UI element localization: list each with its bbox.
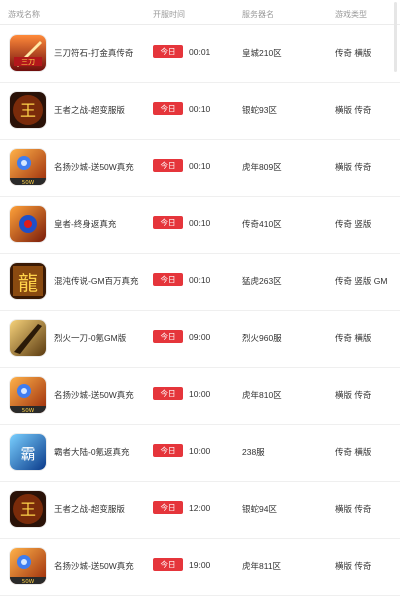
game-icon-mage-orb[interactable] bbox=[10, 206, 46, 242]
game-icon-mage-fire[interactable]: 50W bbox=[10, 377, 46, 413]
game-icon-dragon-gold[interactable]: 龍 bbox=[10, 263, 46, 299]
game-name[interactable]: 名扬沙城-送50W真充 bbox=[54, 389, 134, 401]
game-type: 横版 传奇 bbox=[335, 561, 372, 571]
game-icon-mage-fire[interactable]: 50W bbox=[10, 149, 46, 185]
header-server-name: 服务器名 bbox=[242, 10, 274, 19]
table-row[interactable]: 王 王者之战-超变服版 今日 12:00 银蛇94区 横版 传奇 bbox=[0, 481, 400, 539]
svg-text:50W: 50W bbox=[22, 579, 35, 584]
open-time: 00:10 bbox=[189, 161, 211, 171]
game-type: 传奇 横版 bbox=[335, 333, 372, 343]
table-row[interactable]: 烈火一刀-0氪GM版 今日 09:00 烈火960服 传奇 横版 bbox=[0, 310, 400, 368]
today-badge: 今日 bbox=[153, 558, 183, 571]
game-name[interactable]: 王者之战-超变服版 bbox=[54, 104, 125, 116]
server-name: 银蛇93区 bbox=[242, 105, 277, 115]
svg-text:霸: 霸 bbox=[20, 445, 35, 463]
game-name[interactable]: 皇者-终身返真充 bbox=[54, 218, 116, 230]
table-row[interactable]: 皇者-终身返真充 今日 00:10 传奇410区 传奇 竖版 bbox=[0, 196, 400, 254]
table-row[interactable]: 龍 混沌传说-GM百万真充 今日 00:10 猛虎263区 传奇 竖版 GM bbox=[0, 253, 400, 311]
today-badge: 今日 bbox=[153, 102, 183, 115]
game-name[interactable]: 霸者大陆-0氪返真充 bbox=[54, 446, 130, 458]
game-name[interactable]: 名扬沙城-送50W真充 bbox=[54, 560, 134, 572]
open-time: 00:10 bbox=[189, 218, 211, 228]
svg-text:50W: 50W bbox=[22, 180, 35, 185]
today-badge: 今日 bbox=[153, 45, 183, 58]
svg-text:三刀: 三刀 bbox=[21, 58, 35, 66]
game-type: 横版 传奇 bbox=[335, 105, 372, 115]
server-name: 烈火960服 bbox=[242, 333, 282, 343]
today-badge: 今日 bbox=[153, 387, 183, 400]
game-name[interactable]: 三刀符石-打金真传奇 bbox=[54, 47, 133, 59]
svg-text:王: 王 bbox=[20, 101, 36, 120]
header-game-name: 游戏名称 bbox=[8, 10, 40, 19]
header-open-time: 开服时间 bbox=[153, 10, 185, 19]
server-name: 猛虎263区 bbox=[242, 276, 282, 286]
header-game-type: 游戏类型 bbox=[335, 10, 367, 19]
game-icon-blade-gold[interactable] bbox=[10, 320, 46, 356]
game-name[interactable]: 王者之战-超变服版 bbox=[54, 503, 125, 515]
server-name: 银蛇94区 bbox=[242, 504, 277, 514]
game-type: 传奇 横版 bbox=[335, 447, 372, 457]
table-row[interactable]: 王 王者之战-超变服版 今日 00:10 银蛇93区 横版 传奇 bbox=[0, 82, 400, 140]
game-icon-mage-fire[interactable]: 50W bbox=[10, 548, 46, 584]
today-badge: 今日 bbox=[153, 501, 183, 514]
table-row[interactable]: 霸 霸者大陆-0氪返真充 今日 10:00 238服 传奇 横版 bbox=[0, 424, 400, 482]
open-time: 00:01 bbox=[189, 47, 211, 57]
server-name: 虎年811区 bbox=[242, 561, 282, 571]
open-time: 10:00 bbox=[189, 389, 211, 399]
game-type: 传奇 横版 bbox=[335, 48, 372, 58]
open-time: 00:10 bbox=[189, 104, 211, 114]
svg-text:龍: 龍 bbox=[18, 271, 38, 295]
server-name: 皇城210区 bbox=[242, 48, 282, 58]
open-time: 00:10 bbox=[189, 275, 211, 285]
game-type: 传奇 竖版 GM bbox=[335, 276, 388, 286]
open-time: 10:00 bbox=[189, 446, 211, 456]
table-row[interactable]: 50W 名扬沙城-送50W真充 今日 10:00 虎年810区 横版 传奇 bbox=[0, 367, 400, 425]
game-icon-warrior-gold[interactable]: 王 bbox=[10, 491, 46, 527]
today-badge: 今日 bbox=[153, 273, 183, 286]
open-time: 12:00 bbox=[189, 503, 211, 513]
today-badge: 今日 bbox=[153, 330, 183, 343]
svg-text:王: 王 bbox=[20, 500, 36, 519]
today-badge: 今日 bbox=[153, 159, 183, 172]
game-icon-sword-red[interactable]: 三刀 bbox=[10, 35, 46, 71]
open-time: 19:00 bbox=[189, 560, 211, 570]
today-badge: 今日 bbox=[153, 444, 183, 457]
open-time: 09:00 bbox=[189, 332, 211, 342]
table-header: 游戏名称 开服时间 服务器名 游戏类型 bbox=[0, 0, 400, 25]
server-name: 238服 bbox=[242, 447, 265, 457]
game-type: 横版 传奇 bbox=[335, 390, 372, 400]
table-row[interactable]: 50W 名扬沙城-送50W真充 今日 19:00 虎年811区 横版 传奇 bbox=[0, 538, 400, 596]
game-type: 传奇 竖版 bbox=[335, 219, 372, 229]
server-name: 传奇410区 bbox=[242, 219, 282, 229]
game-name[interactable]: 名扬沙城-送50W真充 bbox=[54, 161, 134, 173]
server-name: 虎年809区 bbox=[242, 162, 282, 172]
table-row[interactable]: 50W 名扬沙城-送50W真充 今日 00:10 虎年809区 横版 传奇 bbox=[0, 139, 400, 197]
game-icon-warrior-gold[interactable]: 王 bbox=[10, 92, 46, 128]
server-name: 虎年810区 bbox=[242, 390, 282, 400]
game-type: 横版 传奇 bbox=[335, 162, 372, 172]
today-badge: 今日 bbox=[153, 216, 183, 229]
table-row[interactable]: 三刀 三刀符石-打金真传奇 今日 00:01 皇城210区 传奇 横版 bbox=[0, 25, 400, 83]
svg-text:50W: 50W bbox=[22, 408, 35, 413]
game-icon-dragon-blue[interactable]: 霸 bbox=[10, 434, 46, 470]
game-name[interactable]: 烈火一刀-0氪GM版 bbox=[54, 332, 126, 344]
game-name[interactable]: 混沌传说-GM百万真充 bbox=[54, 275, 139, 287]
game-type: 横版 传奇 bbox=[335, 504, 372, 514]
